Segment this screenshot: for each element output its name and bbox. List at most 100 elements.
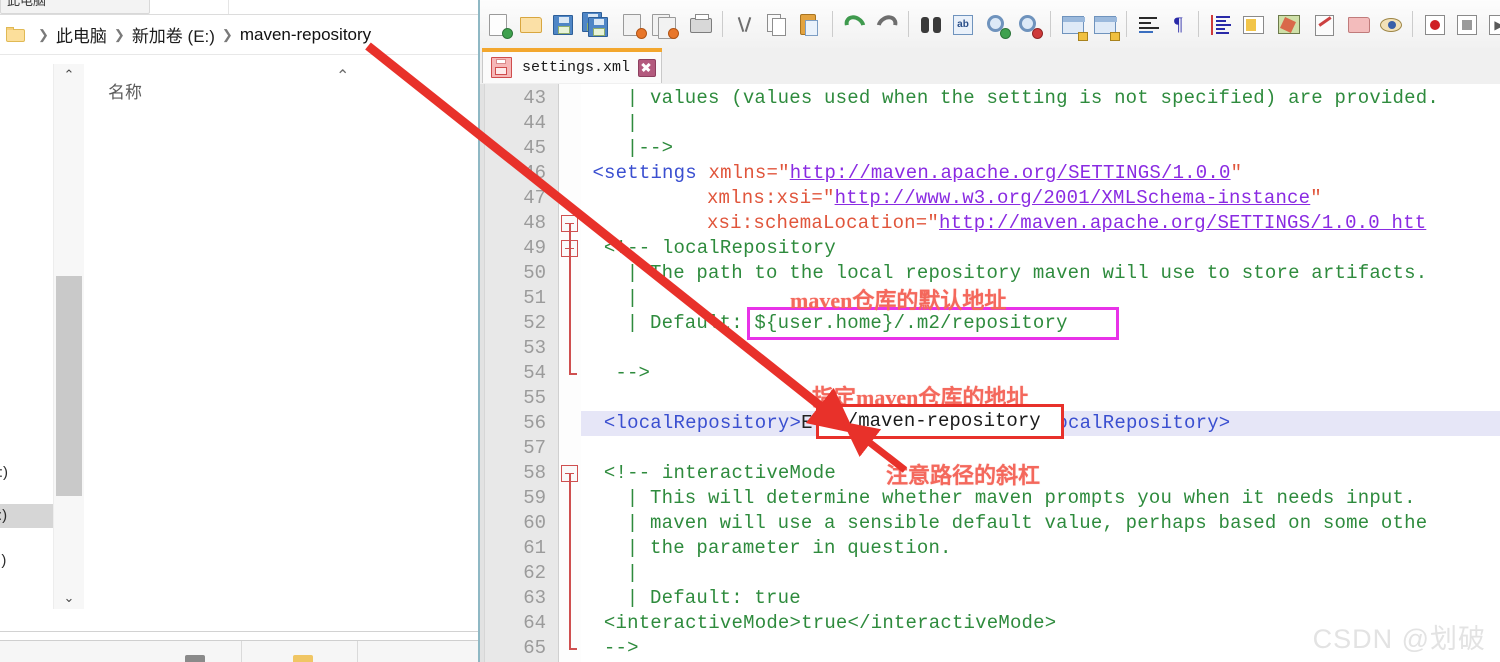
find-icon[interactable]: [918, 12, 944, 38]
annotation-default-repo-note: maven仓库的默认地址: [790, 288, 1007, 313]
explorer-tab-cut[interactable]: 此电脑: [0, 0, 150, 14]
explorer-tab-cut-secondary[interactable]: [228, 0, 369, 14]
close-icon[interactable]: [638, 58, 657, 77]
document-map-icon[interactable]: [1276, 12, 1302, 38]
breadcrumb-item-this-pc[interactable]: 此电脑: [56, 22, 107, 47]
scrollbar-thumb[interactable]: [56, 276, 82, 496]
sync-horizontal-icon[interactable]: [1092, 12, 1120, 41]
code-text-area[interactable]: | values (values used when the setting i…: [581, 84, 1500, 662]
breadcrumb-separator: ❯: [38, 26, 49, 42]
sync-vertical-icon[interactable]: [1060, 12, 1088, 41]
replace-icon[interactable]: ab: [950, 12, 976, 38]
boxed-repo-path-text: E:/maven-repository: [824, 410, 1041, 432]
indent-guide-icon[interactable]: [1208, 12, 1234, 38]
tab-settings-xml[interactable]: settings.xml: [482, 52, 662, 83]
line-number: 55: [523, 387, 546, 409]
code-line[interactable]: -->: [604, 636, 639, 661]
code-line[interactable]: | maven will use a sensible default valu…: [627, 511, 1428, 536]
code-token: xmlns: [708, 162, 767, 184]
line-number: 44: [523, 112, 546, 134]
cut-icon[interactable]: [732, 12, 758, 38]
line-number: 60: [523, 512, 546, 534]
code-token: <!-- interactiveMode: [603, 462, 836, 484]
sort-ascending-icon[interactable]: ⌃: [336, 66, 349, 86]
taskbar-app-icon[interactable]: [185, 655, 205, 662]
macro-record-icon[interactable]: [1422, 12, 1448, 38]
code-token: |-->: [626, 137, 674, 159]
breadcrumb-item-maven-repository[interactable]: maven-repository: [240, 25, 371, 45]
line-number: 58: [523, 462, 546, 484]
code-token: ": [778, 162, 790, 184]
line-number: 47: [523, 187, 546, 209]
code-line[interactable]: <!-- localRepository: [604, 236, 836, 261]
fold-guide-line: [569, 223, 571, 248]
word-wrap-icon[interactable]: [1136, 12, 1162, 38]
open-file-icon[interactable]: [518, 12, 544, 38]
code-folding-column[interactable]: [559, 84, 581, 662]
tree-item-drive-f[interactable]: F:): [0, 549, 53, 573]
zoom-in-icon[interactable]: [984, 12, 1011, 39]
code-line[interactable]: xmlns:xsi="http://www.w3.org/2001/XMLSch…: [707, 186, 1322, 211]
tree-item-drive-e[interactable]: E:): [0, 504, 53, 528]
new-file-icon[interactable]: [486, 12, 513, 39]
macro-stop-icon[interactable]: [1454, 12, 1480, 38]
code-line[interactable]: <settings xmlns="http://maven.apache.org…: [592, 161, 1242, 186]
breadcrumb-separator: ❯: [221, 26, 233, 42]
undo-icon[interactable]: [840, 11, 870, 39]
scroll-up-arrow-icon[interactable]: ⌃: [54, 64, 84, 86]
taskbar: [0, 640, 478, 662]
code-line[interactable]: |: [627, 561, 639, 586]
paste-icon[interactable]: [796, 12, 822, 38]
copy-icon[interactable]: [764, 12, 790, 38]
line-number: 65: [523, 637, 546, 659]
taskbar-folder-icon[interactable]: [293, 655, 313, 662]
close-file-icon[interactable]: [620, 12, 647, 39]
tree-item-drive-d[interactable]: D:): [0, 461, 53, 485]
code-line[interactable]: | the parameter in question.: [627, 536, 952, 561]
function-list-icon[interactable]: [1312, 12, 1338, 38]
breadcrumb-separator: ❯: [113, 26, 125, 42]
tree-scrollbar[interactable]: ⌃ ⌄: [53, 64, 85, 609]
code-token: ": [1230, 162, 1243, 184]
line-number: 43: [523, 87, 546, 109]
code-line[interactable]: |: [627, 286, 639, 311]
tab-label: settings.xml: [522, 59, 631, 76]
scroll-down-arrow-icon[interactable]: ⌄: [54, 587, 84, 609]
close-all-icon[interactable]: [652, 12, 679, 39]
line-number: 50: [523, 262, 546, 284]
code-token: htt: [1391, 212, 1427, 234]
code-line[interactable]: | values (values used when the setting i…: [627, 86, 1439, 111]
save-all-icon[interactable]: [582, 12, 608, 38]
code-token: <!-- localRepository: [603, 237, 836, 259]
monitor-icon[interactable]: [1378, 12, 1404, 38]
breadcrumb-item-drive-e[interactable]: 新加卷 (E:): [132, 22, 215, 47]
code-line[interactable]: xsi:schemaLocation="http://maven.apache.…: [707, 211, 1426, 236]
fold-guide-line: [569, 248, 571, 373]
line-number: 52: [523, 312, 546, 334]
code-line[interactable]: -->: [615, 361, 650, 386]
code-line[interactable]: <interactiveMode>true</interactiveMode>: [604, 611, 1056, 636]
code-line[interactable]: | The path to the local repository maven…: [627, 261, 1428, 286]
breadcrumb: ❯ 此电脑 ❯ 新加卷 (E:) ❯ maven-repository: [0, 15, 478, 55]
code-token: | This will determine whether maven prom…: [626, 487, 1416, 509]
macro-play-icon[interactable]: ▶: [1486, 12, 1500, 38]
zoom-out-icon[interactable]: [1016, 12, 1043, 39]
code-line[interactable]: <!-- interactiveMode: [604, 461, 836, 486]
code-token: =: [766, 162, 779, 184]
code-line[interactable]: | Default: true: [627, 586, 801, 611]
user-defined-language-icon[interactable]: [1240, 12, 1266, 38]
taskbar-divider: [357, 641, 358, 662]
show-all-chars-icon[interactable]: ¶: [1168, 12, 1194, 38]
column-header-name[interactable]: 名称: [108, 78, 142, 103]
line-number: 62: [523, 562, 546, 584]
code-editor[interactable]: 43 44 45 46 47 48 49 50 51 52 53 54 55 56 57 58 59 60 61 62…: [480, 84, 1500, 662]
folder-workspace-icon[interactable]: [1346, 12, 1372, 38]
code-line[interactable]: |: [627, 111, 639, 136]
navigation-tree-pane: D:) E:) F:): [0, 56, 53, 624]
toolbar-divider: [1050, 11, 1051, 37]
print-icon[interactable]: [688, 12, 714, 38]
code-line[interactable]: |-->: [627, 136, 673, 161]
toolbar-divider: [722, 11, 723, 37]
save-icon[interactable]: [550, 12, 576, 38]
redo-icon[interactable]: [872, 11, 902, 39]
